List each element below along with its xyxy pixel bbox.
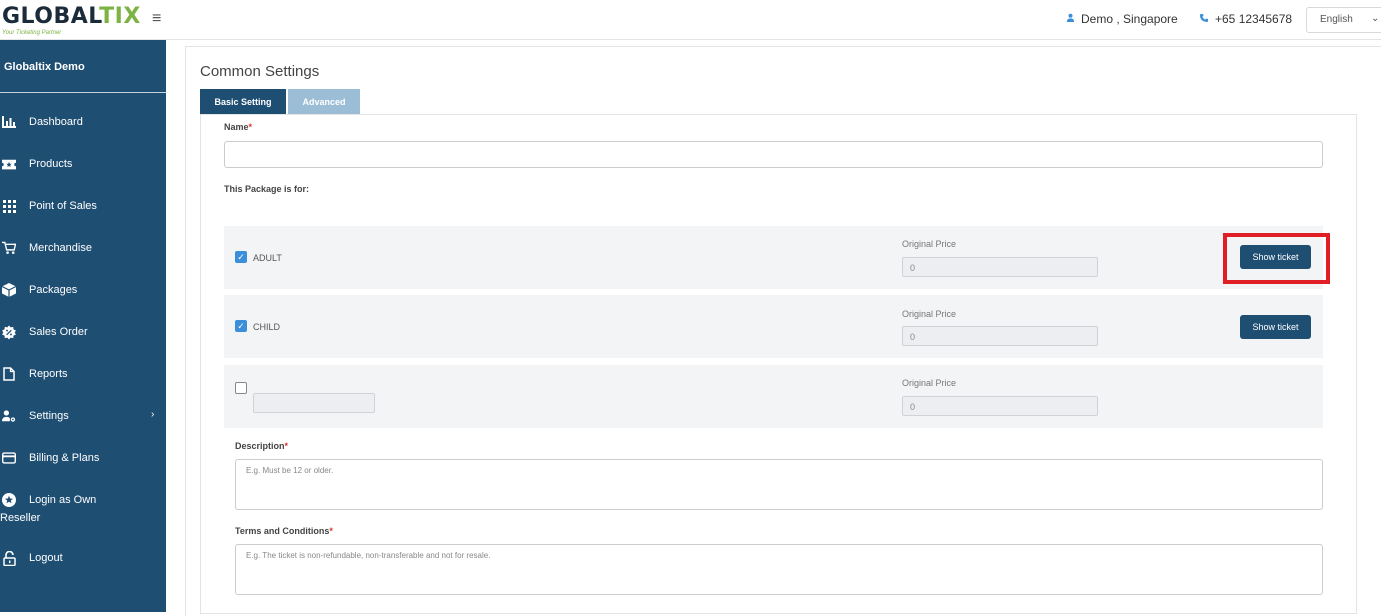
login-as-own-label: Login as Own — [29, 494, 97, 506]
reseller-label: Reseller — [0, 512, 41, 524]
language-select[interactable]: English ⌄ — [1306, 7, 1381, 33]
header-phone-label: +65 12345678 — [1215, 12, 1293, 26]
sidebar-item-products[interactable]: Products — [0, 152, 166, 176]
lock-icon — [2, 550, 16, 566]
adult-checkbox[interactable]: ✓ — [235, 251, 247, 263]
user-gear-icon — [2, 409, 16, 423]
check-icon: ✓ — [237, 251, 245, 262]
terms-textarea[interactable]: E.g. The ticket is non-refundable, non-t… — [235, 544, 1323, 595]
name-label: Name* — [224, 122, 253, 132]
child-price-label: Original Price — [902, 309, 957, 319]
custom-checkbox[interactable] — [235, 382, 247, 394]
sidebar-item-label: Settings — [29, 410, 69, 422]
package-row-adult — [224, 226, 1323, 289]
package-row-custom — [224, 365, 1323, 428]
adult-price-input[interactable]: 0 — [902, 257, 1098, 277]
logo-text: GLOBALTIX — [2, 4, 141, 29]
package-for-label: This Package is for: — [224, 184, 310, 194]
badge-icon — [2, 325, 16, 339]
form-panel — [200, 114, 1357, 614]
chevron-down-icon: ⌄ — [1371, 13, 1380, 24]
sidebar-item-label: Packages — [29, 284, 78, 296]
child-price-input[interactable]: 0 — [902, 326, 1098, 346]
sidebar-item-label: Products — [29, 158, 73, 170]
sidebar-item-label: Sales Order — [29, 326, 88, 338]
custom-name-input[interactable] — [253, 393, 375, 413]
sidebar-divider — [0, 92, 166, 93]
sidebar-item-label: Merchandise — [29, 242, 92, 254]
chevron-right-icon: › — [151, 409, 155, 420]
sidebar-item-label: Billing & Plans — [29, 452, 100, 464]
child-show-ticket-button[interactable]: Show ticket — [1240, 315, 1311, 339]
phone-icon — [1199, 13, 1209, 26]
child-label: CHILD — [253, 322, 281, 332]
sidebar-item-settings[interactable]: Settings › — [0, 404, 166, 428]
sidebar-item-label: Reports — [29, 368, 68, 380]
custom-price-label: Original Price — [902, 378, 957, 388]
language-value: English — [1320, 14, 1353, 25]
card-icon — [2, 451, 16, 465]
sidebar-item-label: Logout — [29, 552, 63, 564]
adult-price-label: Original Price — [902, 239, 957, 249]
cart-icon — [2, 241, 16, 255]
file-icon — [2, 367, 16, 381]
sidebar-item-sales-order[interactable]: Sales Order — [0, 320, 166, 344]
adult-label: ADULT — [253, 253, 282, 263]
star-circle-icon — [2, 493, 16, 507]
name-input[interactable] — [224, 141, 1323, 168]
sidebar-item-packages[interactable]: Packages — [0, 278, 166, 302]
bar-chart-icon — [2, 115, 16, 129]
sidebar-item-merchandise[interactable]: Merchandise — [0, 236, 166, 260]
sidebar-item-logout[interactable]: Logout — [0, 546, 166, 570]
sidebar-item-login-as-reseller[interactable]: Login as Own Reseller — [0, 490, 166, 524]
child-checkbox[interactable]: ✓ — [235, 320, 247, 332]
sidebar-item-billing[interactable]: Billing & Plans — [0, 446, 166, 470]
terms-label: Terms and Conditions* — [235, 526, 333, 536]
tab-advanced[interactable]: Advanced — [288, 89, 360, 114]
tab-basic-setting[interactable]: Basic Setting — [200, 89, 286, 114]
logo-tagline: Your Ticketing Partner — [2, 30, 62, 36]
header-user[interactable]: Demo , Singapore — [1066, 12, 1178, 26]
globaltix-logo[interactable]: GLOBALTIX Your Ticketing Partner — [0, 2, 140, 36]
header-phone: +65 12345678 — [1199, 12, 1292, 26]
sidebar-item-point-of-sales[interactable]: Point of Sales — [0, 194, 166, 218]
highlight-box — [1223, 233, 1330, 284]
custom-price-input[interactable]: 0 — [902, 396, 1098, 416]
check-icon: ✓ — [237, 320, 245, 331]
user-icon — [1066, 13, 1075, 25]
grid-icon — [2, 199, 16, 213]
description-textarea[interactable]: E.g. Must be 12 or older. — [235, 459, 1323, 510]
sidebar: Globaltix Demo Dashboard Products Point … — [0, 40, 166, 612]
package-row-child — [224, 295, 1323, 358]
sidebar-item-reports[interactable]: Reports — [0, 362, 166, 386]
sidebar-item-label: Dashboard — [29, 116, 83, 128]
page-title: Common Settings — [200, 63, 320, 80]
ticket-icon — [2, 157, 16, 171]
sidebar-title: Globaltix Demo — [4, 61, 85, 73]
top-header: GLOBALTIX Your Ticketing Partner ≡ Demo … — [0, 0, 1381, 40]
sidebar-item-label: Point of Sales — [29, 200, 97, 212]
header-user-label: Demo , Singapore — [1081, 12, 1178, 26]
sidebar-item-dashboard[interactable]: Dashboard — [0, 110, 166, 134]
description-label: Description* — [235, 441, 289, 451]
menu-toggle-icon[interactable]: ≡ — [152, 10, 161, 28]
box-icon — [2, 283, 16, 297]
